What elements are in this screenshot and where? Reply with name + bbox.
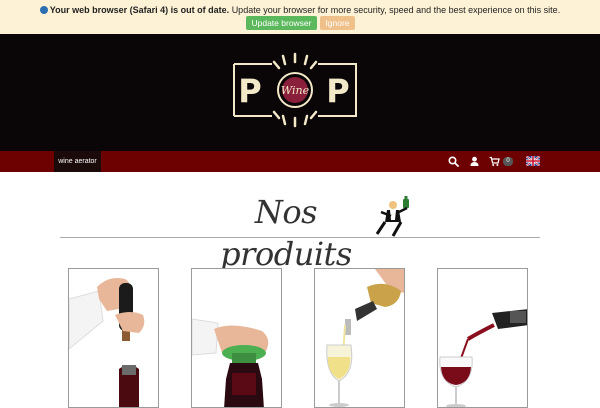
logo-center-word: Wine [281, 84, 310, 97]
nav-item-wine-aerator[interactable]: wine aerator [54, 151, 101, 172]
waiter-icon [375, 196, 409, 237]
product-card-4[interactable] [437, 268, 528, 408]
title-divider [60, 237, 540, 238]
product-image-corkscrew [69, 278, 145, 407]
section-title: Nos produits [220, 193, 352, 273]
user-icon[interactable] [469, 156, 480, 167]
product-card-1[interactable] [68, 268, 159, 408]
globe-icon [39, 6, 48, 14]
pop-wine-logo[interactable]: P P Wine [222, 50, 368, 130]
logo-left-letter: P [238, 72, 261, 110]
product-image-stopper [192, 318, 269, 407]
product-card-2[interactable] [191, 268, 282, 408]
banner-bold-text: Your web browser (Safari 4) is out of da… [49, 5, 230, 15]
banner-message: Your web browser (Safari 4) is out of da… [0, 5, 600, 16]
search-icon[interactable] [448, 156, 459, 167]
cart-count-badge: 0 [503, 157, 513, 166]
site-header: P P Wine [0, 34, 600, 151]
logo-right-letter: P [326, 72, 349, 110]
main-nav: wine aerator 0 [0, 151, 600, 172]
cart-icon[interactable] [489, 156, 500, 167]
update-browser-button[interactable]: Update browser [246, 16, 317, 30]
product-card-3[interactable] [314, 268, 405, 408]
outdated-browser-banner: Your web browser (Safari 4) is out of da… [0, 0, 600, 34]
product-image-white-wine-aerator [326, 269, 404, 407]
banner-text: Update your browser for more security, s… [231, 5, 561, 15]
product-image-red-wine-aerator [439, 309, 527, 407]
uk-flag-icon[interactable] [526, 156, 540, 166]
ignore-button[interactable]: Ignore [320, 16, 355, 30]
